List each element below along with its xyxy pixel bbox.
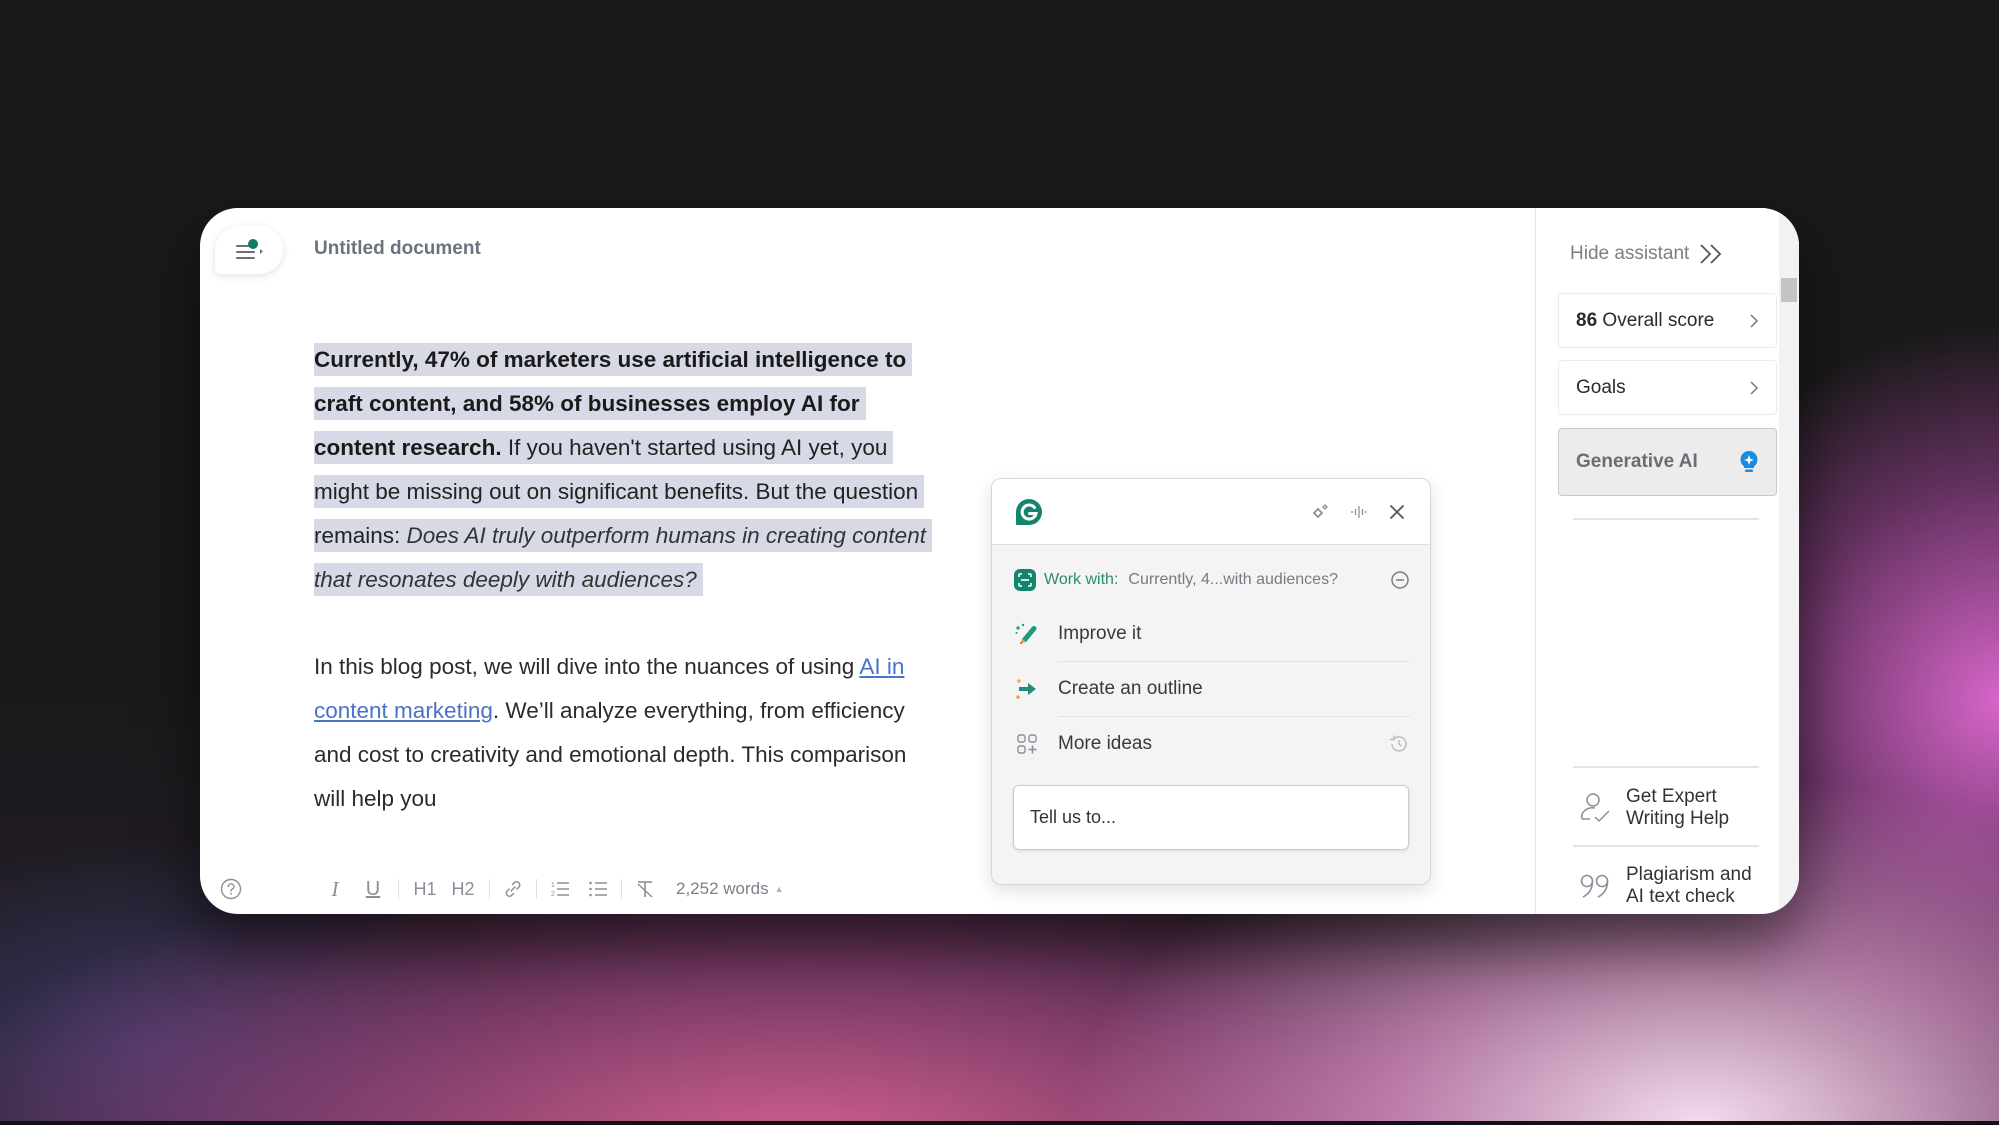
generative-ai-popup: Work with: Currently, 4...with audiences… bbox=[991, 478, 1431, 885]
expert-help-line-1: Get Expert bbox=[1626, 786, 1717, 807]
pencil-sparkle-icon bbox=[1015, 623, 1037, 644]
clear-formatting-icon bbox=[637, 881, 653, 898]
history-icon bbox=[1390, 735, 1407, 752]
improve-it-label: Improve it bbox=[1058, 623, 1142, 644]
popup-header bbox=[992, 479, 1430, 545]
work-with-context: Work with: Currently, 4...with audiences… bbox=[992, 553, 1430, 607]
bulleted-list-button[interactable] bbox=[587, 878, 609, 900]
work-with-label: Work with: bbox=[1044, 571, 1119, 588]
numbered-list-button[interactable]: 1 2 bbox=[549, 878, 571, 900]
goals-card[interactable]: Goals bbox=[1558, 360, 1777, 415]
sidebar-divider bbox=[1573, 766, 1759, 768]
formatting-toolbar: I U H1 H2 1 2 2,252 words ▲ bbox=[220, 874, 900, 904]
more-ideas-label: More ideas bbox=[1058, 733, 1152, 754]
double-chevron-right-icon bbox=[1700, 244, 1722, 264]
heading-2-button[interactable]: H2 bbox=[449, 879, 477, 900]
plagiarism-check-button[interactable]: Plagiarism and AI text check bbox=[1578, 864, 1752, 908]
bulleted-list-icon bbox=[589, 881, 607, 897]
expert-writing-help-button[interactable]: Get Expert Writing Help bbox=[1578, 786, 1729, 830]
help-button[interactable] bbox=[220, 878, 242, 900]
underline-button[interactable]: U bbox=[360, 878, 386, 901]
bottom-edge bbox=[0, 1121, 1999, 1125]
numbered-list-icon: 1 2 bbox=[551, 882, 569, 898]
svg-text:2: 2 bbox=[551, 891, 555, 898]
body-text: In this blog post, we will dive into the… bbox=[314, 654, 860, 679]
close-icon bbox=[1390, 504, 1404, 519]
editor-pane: Untitled document Currently, 47% of mark… bbox=[200, 208, 1535, 914]
link-button[interactable] bbox=[502, 878, 524, 900]
arrow-sparkle-icon bbox=[1016, 679, 1036, 699]
create-outline-option[interactable]: Create an outline bbox=[1014, 662, 1410, 716]
toolbar-divider bbox=[621, 879, 622, 899]
toolbar-divider bbox=[489, 879, 490, 899]
svg-text:1: 1 bbox=[551, 882, 555, 889]
paragraph-intro[interactable]: Currently, 47% of marketers use artifici… bbox=[314, 338, 934, 602]
remove-context-button[interactable] bbox=[1390, 570, 1410, 590]
chevron-right-icon bbox=[1750, 380, 1759, 395]
paragraph-overview[interactable]: In this blog post, we will dive into the… bbox=[314, 645, 934, 821]
voice-button[interactable] bbox=[1346, 499, 1372, 525]
quote-marks-icon bbox=[1580, 874, 1609, 898]
prompt-input[interactable] bbox=[1013, 785, 1409, 850]
sidebar-divider bbox=[1573, 518, 1759, 520]
toolbar-divider bbox=[398, 879, 399, 899]
generative-ai-card[interactable]: Generative AI bbox=[1558, 428, 1777, 496]
caret-up-icon: ▲ bbox=[774, 884, 784, 894]
improve-it-option[interactable]: Improve it bbox=[1014, 607, 1410, 661]
minus-circle-icon bbox=[1391, 571, 1409, 589]
plagiarism-line-1: Plagiarism and bbox=[1626, 864, 1752, 885]
chevron-right-icon bbox=[1750, 313, 1759, 328]
sparkle-diamond-icon bbox=[1312, 503, 1328, 518]
menu-button[interactable] bbox=[215, 226, 283, 274]
hide-assistant-label: Hide assistant bbox=[1570, 243, 1690, 264]
italic-question-text: Does AI truly outperform humans in creat… bbox=[314, 523, 926, 592]
clear-formatting-button[interactable] bbox=[634, 878, 656, 900]
hide-assistant-button[interactable]: Hide assistant bbox=[1570, 242, 1725, 266]
selection-scan-icon bbox=[1014, 569, 1036, 591]
assistant-sidebar: Hide assistant 86 Overall score Goals Ge… bbox=[1535, 208, 1799, 914]
italic-button[interactable]: I bbox=[322, 877, 348, 902]
sound-wave-icon bbox=[1351, 505, 1367, 518]
selected-text[interactable]: Currently, 47% of marketers use artifici… bbox=[314, 343, 932, 596]
plagiarism-line-2: AI text check bbox=[1626, 886, 1735, 907]
word-count-button[interactable]: 2,252 words ▲ bbox=[676, 879, 784, 899]
document-title[interactable]: Untitled document bbox=[314, 238, 481, 260]
grid-plus-icon bbox=[1017, 734, 1037, 754]
more-ideas-option[interactable]: More ideas bbox=[1014, 717, 1410, 771]
history-button[interactable] bbox=[1388, 733, 1410, 755]
menu-icon bbox=[236, 239, 263, 259]
scrollbar-thumb[interactable] bbox=[1781, 278, 1797, 302]
plagiarism-check-label: Plagiarism and AI text check bbox=[1626, 864, 1752, 908]
sparkle-button[interactable] bbox=[1308, 499, 1334, 525]
goals-label: Goals bbox=[1576, 376, 1626, 398]
expert-person-check-icon bbox=[1580, 793, 1610, 823]
heading-1-button[interactable]: H1 bbox=[411, 879, 439, 900]
grammarly-logo-icon bbox=[1016, 498, 1042, 525]
generative-ai-label: Generative AI bbox=[1576, 451, 1698, 472]
toolbar-divider bbox=[536, 879, 537, 899]
overall-score-value: 86 bbox=[1576, 309, 1598, 331]
overall-score-card[interactable]: 86 Overall score bbox=[1558, 293, 1777, 348]
close-button[interactable] bbox=[1384, 499, 1410, 525]
word-count: 2,252 words bbox=[676, 879, 769, 898]
work-with-selection: Currently, 4...with audiences? bbox=[1128, 571, 1338, 588]
editor-window: Untitled document Currently, 47% of mark… bbox=[200, 208, 1799, 914]
expert-help-line-2: Writing Help bbox=[1626, 808, 1730, 829]
expert-writing-help-label: Get Expert Writing Help bbox=[1626, 786, 1729, 830]
document-body[interactable]: Currently, 47% of marketers use artifici… bbox=[314, 338, 934, 821]
sidebar-scrollbar[interactable] bbox=[1779, 208, 1799, 914]
link-icon bbox=[505, 881, 521, 897]
lightbulb-sparkle-icon bbox=[1740, 450, 1758, 472]
question-circle-icon bbox=[220, 878, 242, 900]
overall-score-label: Overall score bbox=[1602, 309, 1715, 331]
sidebar-divider bbox=[1573, 845, 1759, 847]
create-outline-label: Create an outline bbox=[1058, 678, 1203, 699]
